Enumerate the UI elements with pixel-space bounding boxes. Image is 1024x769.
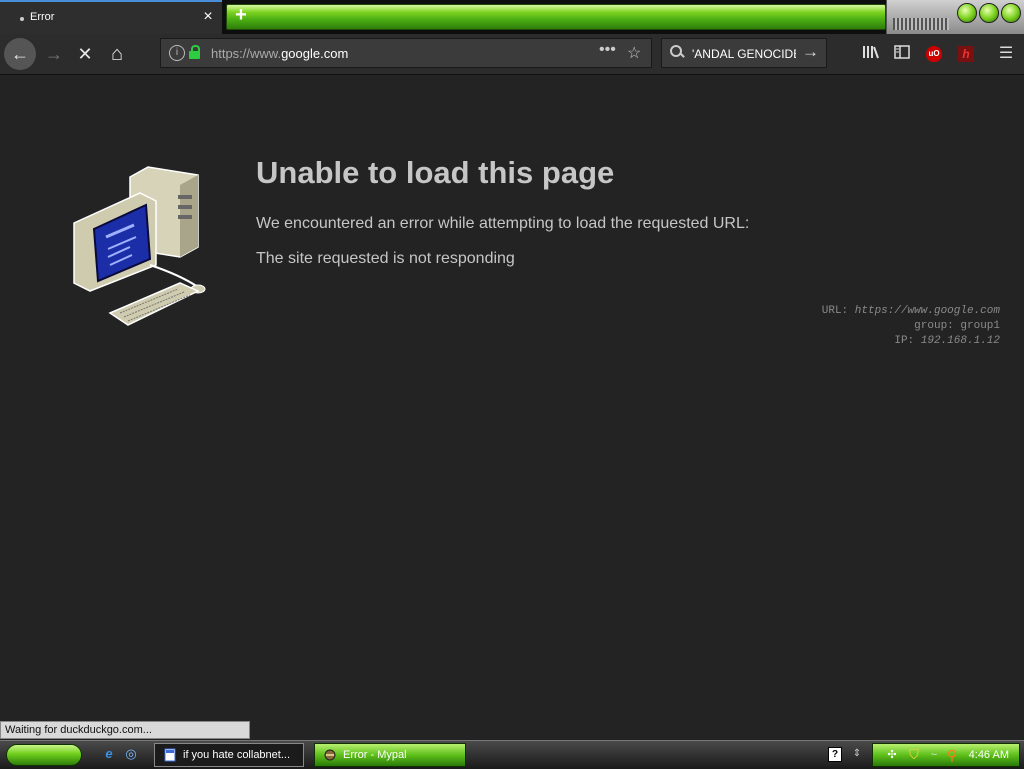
lock-icon[interactable] <box>189 45 200 59</box>
library-icon[interactable] <box>861 44 881 64</box>
taskbar-item-label: if you hate collabnet... <box>183 749 291 761</box>
desktop-icon[interactable]: ◎ <box>122 745 140 763</box>
minimize-button[interactable] <box>957 3 977 23</box>
computer-icon <box>73 166 206 326</box>
status-bar: Waiting for duckduckgo.com... <box>0 721 250 739</box>
page-actions-icon[interactable]: ••• <box>599 41 616 59</box>
back-button[interactable]: ← <box>4 38 36 70</box>
clock: 4:46 AM <box>968 749 1009 761</box>
error-description: We encountered an error while attempting… <box>256 215 750 232</box>
tray-arrow-icon[interactable]: ⇕ <box>848 745 866 763</box>
ublock-icon[interactable]: uO <box>926 46 942 62</box>
page-content: Unable to load this page We encountered … <box>0 75 1024 720</box>
meta-ip-row: IP: 192.168.1.12 <box>894 335 1000 347</box>
system-tray: ✣ ⛉ ~ ⚲ 4:46 AM <box>872 743 1020 767</box>
tab-error[interactable]: Error × <box>0 0 222 34</box>
help-icon[interactable]: ? <box>828 747 842 762</box>
close-window-button[interactable] <box>1001 3 1021 23</box>
error-title: Unable to load this page <box>256 155 615 190</box>
menu-icon[interactable]: ☰ <box>996 44 1016 64</box>
network-icon[interactable]: ✣ <box>883 746 901 764</box>
info-icon[interactable]: i <box>169 45 185 61</box>
mypal-icon <box>324 749 336 761</box>
document-icon <box>164 748 176 762</box>
sidebar-icon[interactable] <box>892 44 912 64</box>
search-bar[interactable]: 'ANDAL GENOCIDE → <box>661 38 827 68</box>
volume-icon[interactable]: ~ <box>925 746 943 764</box>
taskbar-item-label: Error - Mypal <box>343 749 407 761</box>
new-tab-button[interactable]: + <box>231 4 251 26</box>
meta-group-row: group: group1 <box>914 320 1000 332</box>
h-extension-icon[interactable]: h <box>958 46 974 62</box>
error-reason: The site requested is not responding <box>256 250 515 267</box>
taskbar-item-collabnet[interactable]: if you hate collabnet... <box>154 743 304 767</box>
url-text[interactable]: https://www.google.com <box>211 46 348 61</box>
home-button[interactable]: ⌂ <box>103 40 131 68</box>
search-input[interactable]: 'ANDAL GENOCIDE <box>692 47 796 61</box>
url-bar[interactable]: i https://www.google.com ••• ☆ <box>160 38 652 68</box>
search-go-icon[interactable]: → <box>802 42 819 62</box>
search-icon <box>670 45 685 58</box>
tab-strip: Error × + <box>0 0 1024 34</box>
tab-strip-filler <box>226 4 886 30</box>
forward-button[interactable]: → <box>40 40 68 68</box>
taskbar: e ◎ if you hate collabnet... Error - Myp… <box>0 740 1024 769</box>
taskbar-item-mypal[interactable]: Error - Mypal <box>314 743 466 767</box>
navigation-bar: ← → ✕ ⌂ i https://www.google.com ••• ☆ '… <box>0 34 1024 75</box>
grip-decoration <box>893 18 949 30</box>
stop-button[interactable]: ✕ <box>71 40 99 68</box>
bookmark-star-icon[interactable]: ☆ <box>627 43 641 63</box>
tab-close-icon[interactable]: × <box>200 8 216 26</box>
meta-url-row: URL: https://www.google.com <box>821 305 1000 317</box>
maximize-button[interactable] <box>979 3 999 23</box>
loading-dot-icon <box>20 17 24 21</box>
shield-icon[interactable]: ⛉ <box>905 746 923 764</box>
error-meta: URL: https://www.google.com group: group… <box>822 304 1000 349</box>
search-tray-icon[interactable]: ⚲ <box>943 746 961 764</box>
tab-title: Error <box>30 11 55 23</box>
window-controls <box>886 0 1024 34</box>
ie-icon[interactable]: e <box>100 745 118 763</box>
start-button[interactable] <box>6 744 82 766</box>
